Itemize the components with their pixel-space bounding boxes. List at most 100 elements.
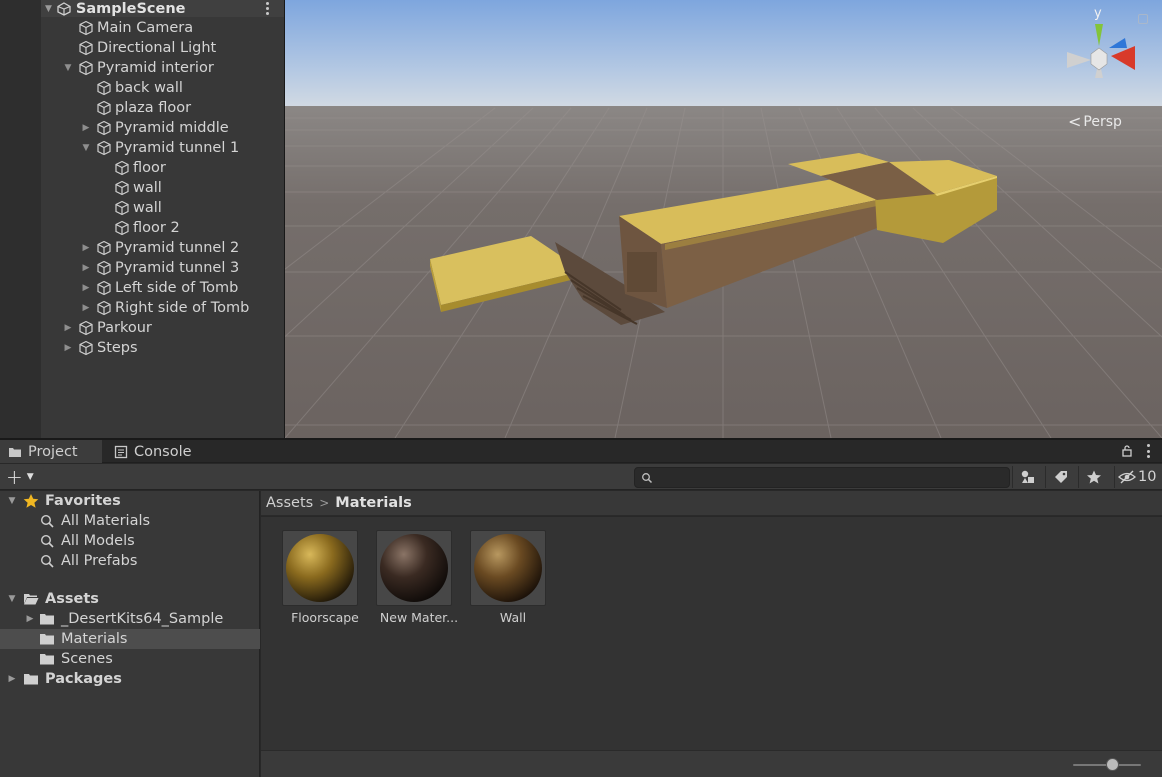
tab-project[interactable]: Project [0, 440, 102, 463]
folder-icon [9, 447, 21, 457]
expanded-arrow-icon[interactable]: ▼ [59, 58, 77, 78]
asset-floorscape[interactable]: Floorscape [267, 530, 359, 630]
tree-item-favorites[interactable]: ▼ Favorites [0, 491, 260, 511]
gameobject-cube-icon [95, 239, 113, 257]
tree-item-desertkits64-sample[interactable]: ▶ _DesertKits64_Sample [0, 609, 260, 629]
asset-wall[interactable]: Wall [455, 530, 546, 630]
tree-item-all-models[interactable]: All Models [0, 531, 260, 551]
hierarchy-item-floor[interactable]: floor [95, 158, 166, 178]
project-footer [261, 750, 1162, 777]
project-panel: Project Console + ▼ 10 ▼ Favorites All M… [0, 440, 1162, 777]
unity-scene-icon [57, 1, 71, 16]
hierarchy-item-parkour[interactable]: ▶ Parkour [59, 318, 152, 338]
collapsed-arrow-icon[interactable]: ▶ [77, 298, 95, 318]
search-input[interactable] [634, 467, 1010, 488]
hidden-packages-count: 10 [1138, 469, 1157, 485]
hierarchy-item-pyramid-tunnel-2[interactable]: ▶ Pyramid tunnel 2 [77, 238, 240, 258]
tree-item-all-materials[interactable]: All Materials [0, 511, 260, 531]
type-filter-icon [1021, 470, 1034, 483]
tree-item-assets[interactable]: ▼ Assets [0, 589, 260, 609]
scene-menu-icon[interactable] [260, 0, 274, 17]
gameobject-cube-icon [95, 79, 113, 97]
gameobject-cube-icon [77, 19, 95, 37]
tree-item-all-prefabs[interactable]: All Prefabs [0, 551, 260, 571]
asset-new-material[interactable]: New Mater... [361, 530, 458, 630]
projection-toggle[interactable]: < Persp [1068, 112, 1122, 131]
scene-render[interactable] [285, 0, 1162, 438]
lock-icon[interactable] [1120, 444, 1134, 458]
gameobject-cube-icon [95, 119, 113, 137]
breadcrumb-assets[interactable]: Assets [266, 495, 313, 511]
hierarchy-item-pyramid-tunnel-3[interactable]: ▶ Pyramid tunnel 3 [77, 258, 240, 278]
console-icon [114, 445, 128, 458]
hierarchy-item-wall[interactable]: wall [95, 178, 162, 198]
folder-icon [24, 674, 38, 685]
hierarchy-panel: ▼ SampleScene Main Camera Directional Li… [0, 0, 284, 438]
hierarchy-item-directional-light[interactable]: Directional Light [59, 38, 216, 58]
hierarchy-gutter [0, 0, 41, 438]
gameobject-cube-icon [77, 339, 95, 357]
expanded-arrow-icon[interactable]: ▼ [6, 491, 18, 511]
search-by-type-button[interactable] [1012, 466, 1042, 488]
material-sphere-icon [470, 530, 546, 606]
hierarchy-item-main-camera[interactable]: Main Camera [59, 18, 193, 38]
collapsed-arrow-icon[interactable]: ▶ [77, 238, 95, 258]
hierarchy-item-pyramid-middle[interactable]: ▶ Pyramid middle [77, 118, 229, 138]
gameobject-cube-icon [113, 199, 131, 217]
project-toolbar: + ▼ 10 [0, 464, 1162, 490]
gameobject-cube-icon [113, 159, 131, 177]
gameobject-cube-icon [95, 299, 113, 317]
scene-header-row[interactable]: ▼ SampleScene [41, 0, 284, 17]
tree-item-scenes[interactable]: Scenes [0, 649, 260, 669]
hierarchy-item-back-wall[interactable]: back wall [77, 78, 183, 98]
chevron-right-icon: > [319, 496, 330, 510]
gizmo-y-label: y [1094, 6, 1102, 21]
hierarchy-item-steps[interactable]: ▶ Steps [59, 338, 138, 358]
star-icon [1086, 470, 1101, 484]
create-asset-button[interactable]: + ▼ [6, 467, 34, 487]
expanded-arrow-icon[interactable]: ▼ [6, 589, 18, 609]
expanded-arrow-icon[interactable]: ▼ [77, 138, 95, 158]
breadcrumb-materials[interactable]: Materials [335, 495, 412, 511]
gameobject-cube-icon [77, 39, 95, 57]
folder-icon [40, 614, 54, 625]
collapsed-arrow-icon[interactable]: ▶ [59, 318, 77, 338]
orientation-gizmo[interactable] [1061, 8, 1137, 98]
gameobject-cube-icon [113, 179, 131, 197]
collapsed-arrow-icon[interactable]: ▶ [77, 258, 95, 278]
collapsed-arrow-icon[interactable]: ▶ [24, 609, 36, 629]
tab-console[interactable]: Console [106, 440, 202, 463]
gameobject-cube-icon [95, 279, 113, 297]
material-sphere-icon [282, 530, 358, 606]
hierarchy-item-pyramid-interior[interactable]: ▼ Pyramid interior [59, 58, 214, 78]
project-folder-tree: ▼ Favorites All Materials All Models All… [0, 491, 260, 777]
tree-item-materials[interactable]: Materials [0, 629, 260, 649]
hierarchy-item-left-side-of-tomb[interactable]: ▶ Left side of Tomb [77, 278, 239, 298]
collapsed-arrow-icon[interactable]: ▶ [59, 338, 77, 358]
chevron-left-icon: < [1068, 112, 1082, 131]
tree-item-packages[interactable]: ▶ Packages [0, 669, 260, 689]
gizmo-lock-icon[interactable] [1138, 14, 1148, 24]
icon-size-slider-handle[interactable] [1106, 758, 1119, 771]
search-icon [40, 554, 54, 568]
hierarchy-item-pyramid-tunnel-1[interactable]: ▼ Pyramid tunnel 1 [77, 138, 240, 158]
hierarchy-item-floor-2[interactable]: floor 2 [95, 218, 180, 238]
search-by-label-button[interactable] [1045, 466, 1075, 488]
chevron-down-icon: ▼ [26, 472, 34, 482]
hierarchy-item-right-side-of-tomb[interactable]: ▶ Right side of Tomb [77, 298, 250, 318]
material-sphere-icon [376, 530, 452, 606]
favorites-filter-button[interactable] [1078, 466, 1108, 488]
scene-view[interactable]: y < Persp [285, 0, 1162, 438]
panel-menu-icon[interactable] [1146, 444, 1150, 458]
collapsed-arrow-icon[interactable]: ▶ [77, 278, 95, 298]
collapsed-arrow-icon[interactable]: ▶ [6, 669, 18, 689]
folder-icon [40, 654, 54, 665]
hierarchy-item-plaza-floor[interactable]: plaza floor [77, 98, 191, 118]
gameobject-cube-icon [77, 319, 95, 337]
search-icon [40, 534, 54, 548]
hidden-packages-toggle[interactable]: 10 [1114, 466, 1156, 488]
hierarchy-item-wall[interactable]: wall [95, 198, 162, 218]
collapse-arrow-icon[interactable]: ▼ [45, 4, 52, 14]
gameobject-cube-icon [95, 139, 113, 157]
collapsed-arrow-icon[interactable]: ▶ [77, 118, 95, 138]
